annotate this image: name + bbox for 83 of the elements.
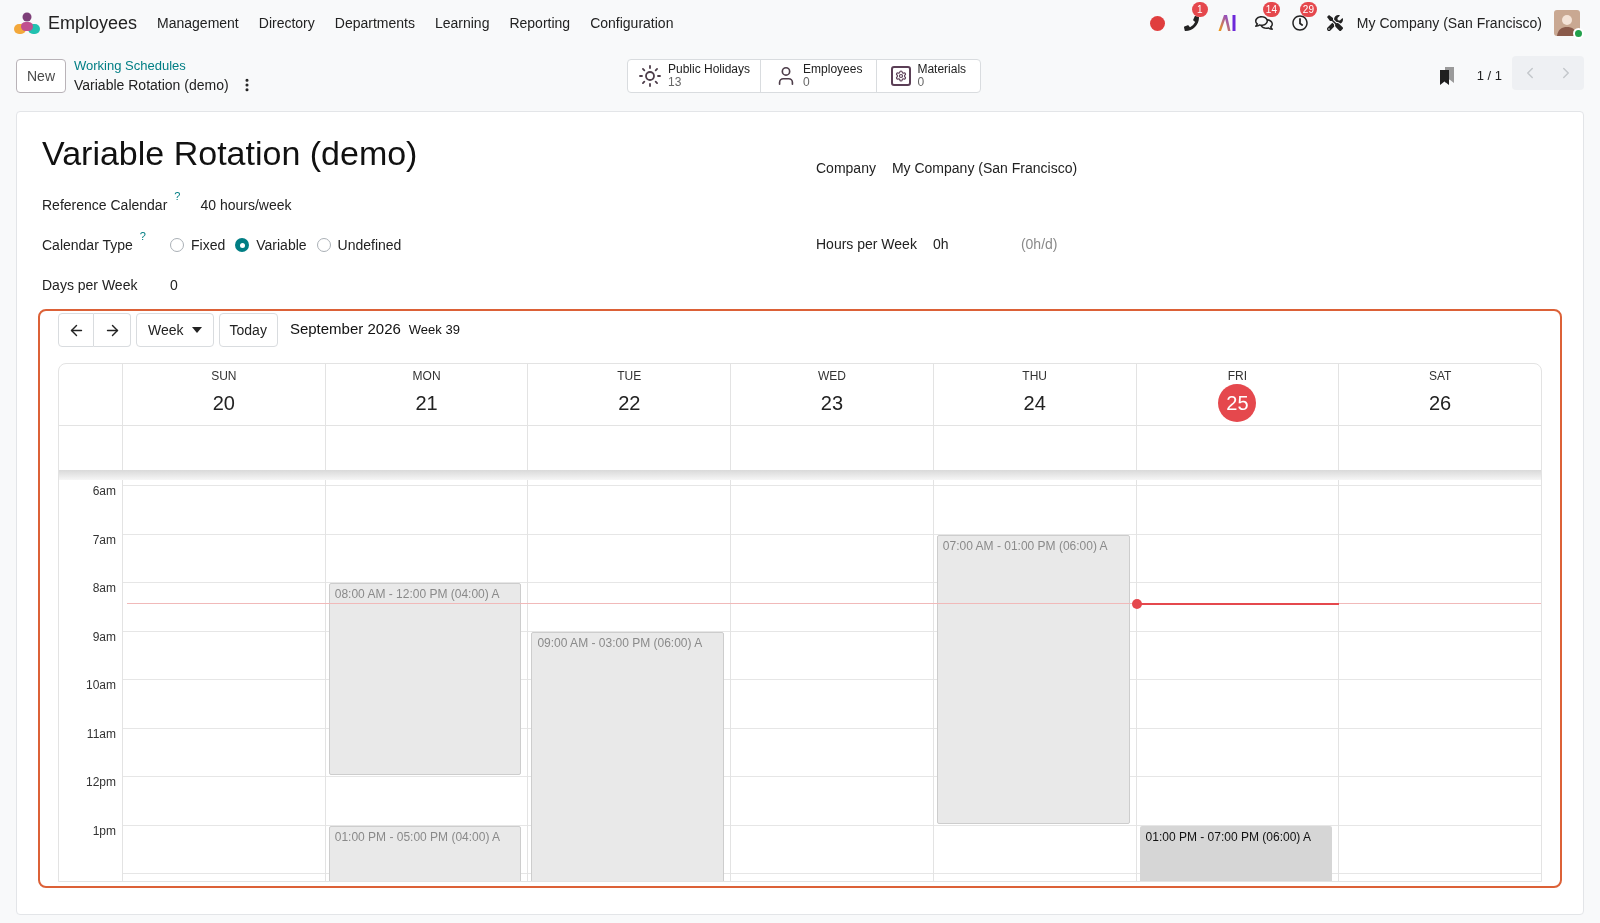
stat-button[interactable]: Public Holidays 13: [628, 60, 761, 92]
period-title: September 2026: [289, 319, 401, 339]
hour-label: 10am: [85, 678, 116, 692]
hour-label: 11am: [86, 726, 116, 741]
week-number: Week 39: [408, 321, 460, 339]
day-name: MON: [412, 369, 441, 383]
field-label: Company: [816, 158, 876, 178]
people-logo-icon: [14, 12, 40, 34]
bookmarks-icon[interactable]: [1438, 67, 1455, 85]
stat-label: Materials: [917, 63, 967, 76]
hour-label: 1pm: [92, 823, 116, 838]
day-number[interactable]: 25: [1218, 384, 1257, 422]
radio-label[interactable]: Variable: [256, 234, 307, 256]
day-name: TUE: [617, 369, 642, 383]
next-week-button[interactable]: [94, 313, 131, 347]
field-label: Calendar Type: [42, 235, 133, 255]
hour-label: 6am: [92, 484, 116, 498]
stat-value: 0: [917, 76, 926, 89]
day-number[interactable]: 26: [1429, 384, 1452, 422]
radio-label[interactable]: Undefined: [337, 234, 402, 256]
notification-count: 29: [1299, 2, 1317, 17]
field-note: (0h/d): [1020, 234, 1058, 254]
day-number[interactable]: 20: [212, 384, 235, 422]
calendar-event[interactable]: 01:00 PM - 07:00 PM (06:00) A: [1139, 825, 1333, 881]
field-value: 0h: [932, 234, 950, 254]
stat-value: 13: [668, 76, 683, 89]
previous-week-button[interactable]: [58, 313, 94, 347]
breadcrumb-link[interactable]: Working Schedules: [74, 57, 255, 75]
view-dropdown[interactable]: Week: [136, 313, 214, 347]
radio-button[interactable]: [316, 238, 331, 252]
clock-icon[interactable]: [1291, 15, 1308, 31]
today-button[interactable]: Today: [218, 313, 278, 347]
nav-menu-item[interactable]: Departments: [324, 7, 425, 39]
sun-icon: [638, 64, 662, 88]
nav-menu-item[interactable]: Directory: [248, 7, 325, 39]
stat-button[interactable]: Employees 0: [760, 60, 877, 92]
phone-icon[interactable]: [1183, 15, 1199, 31]
day-name: SUN: [211, 369, 237, 383]
hour-label: 7am: [92, 532, 116, 547]
hour-label: 9am: [92, 629, 116, 644]
day-number[interactable]: 22: [618, 384, 641, 422]
field-label: Hours per Week: [816, 234, 917, 254]
app-name[interactable]: Employees: [48, 9, 138, 37]
radio-button[interactable]: [235, 238, 250, 252]
ai-icon[interactable]: [1217, 15, 1236, 31]
company-switcher[interactable]: My Company (San Francisco): [1356, 12, 1542, 34]
day-number[interactable]: 24: [1023, 384, 1046, 422]
field-label: Reference Calendar: [42, 195, 168, 215]
nav-menu-item[interactable]: Configuration: [580, 7, 684, 39]
record-title: Variable Rotation (demo): [42, 133, 419, 173]
field-value: 40 hours/week: [200, 195, 292, 215]
radio-button[interactable]: [170, 238, 184, 252]
day-number[interactable]: 21: [415, 384, 438, 422]
stat-button[interactable]: Materials 0: [876, 60, 981, 92]
help-tooltip[interactable]: ?: [139, 227, 146, 244]
caret-down-icon: [191, 327, 202, 333]
nav-menu-item[interactable]: Learning: [424, 7, 500, 39]
breadcrumb-current: Variable Rotation (demo): [74, 76, 229, 95]
nav-menu-item[interactable]: Management: [147, 7, 249, 39]
notification-count: 14: [1262, 2, 1280, 17]
field-value: My Company (San Francisco): [891, 158, 1078, 178]
day-name: THU: [1022, 369, 1048, 383]
hour-label: 12pm: [85, 775, 116, 789]
stat-value: 0: [803, 76, 810, 89]
pager-value: 1 / 1: [1476, 67, 1502, 86]
gear-square-icon: [891, 66, 912, 86]
field-label: Days per Week: [42, 275, 138, 295]
chat-icon[interactable]: [1254, 15, 1273, 31]
help-tooltip[interactable]: ?: [174, 187, 181, 204]
stat-label: Public Holidays: [668, 63, 751, 76]
stat-label: Employees: [803, 63, 863, 76]
tools-icon[interactable]: [1326, 15, 1343, 31]
radio-label[interactable]: Fixed: [191, 234, 226, 256]
day-name: SAT: [1428, 369, 1452, 383]
field-value: 0: [170, 275, 178, 295]
day-name: FRI: [1227, 369, 1248, 383]
nav-menu-item[interactable]: Reporting: [499, 7, 581, 39]
avatar-icon[interactable]: [1554, 10, 1580, 36]
notification-count: 1: [1191, 2, 1208, 17]
day-name: WED: [818, 369, 846, 383]
day-number[interactable]: 23: [820, 384, 844, 422]
hour-label: 8am: [92, 581, 116, 595]
new-button[interactable]: New: [16, 59, 66, 93]
